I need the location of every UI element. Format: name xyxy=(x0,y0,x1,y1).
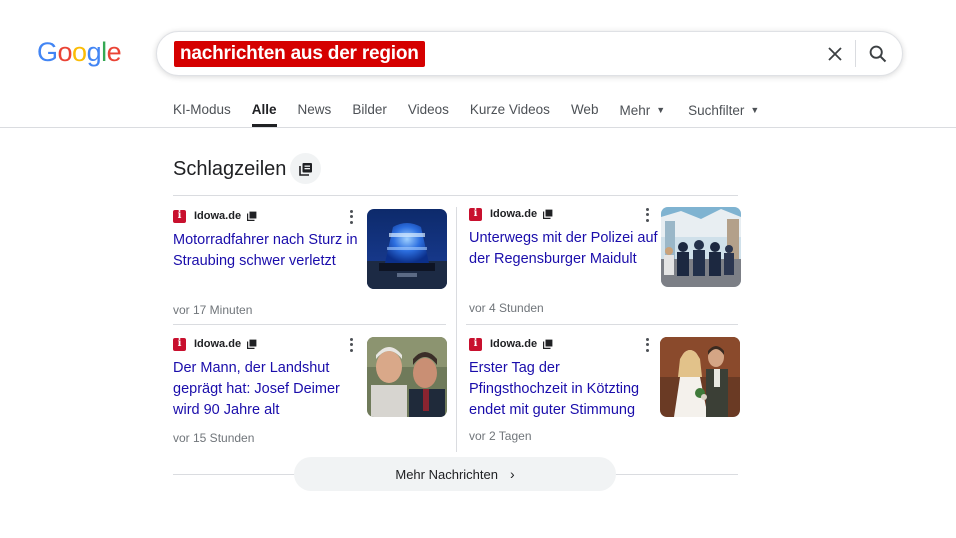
logo-letter: o xyxy=(57,37,73,67)
logo-letter: G xyxy=(37,37,58,67)
search-button[interactable] xyxy=(865,41,891,67)
news-headline-link[interactable]: Unterwegs mit der Polizei auf der Regens… xyxy=(469,228,659,270)
stack-icon xyxy=(543,339,553,349)
more-vert-icon xyxy=(349,338,353,342)
caret-down-icon: ▼ xyxy=(750,105,760,115)
more-news-label: Mehr Nachrichten xyxy=(395,466,498,482)
search-box[interactable]: nachrichten aus der region xyxy=(156,31,903,76)
news-source: i Idowa.de xyxy=(469,337,553,351)
more-options-button[interactable] xyxy=(345,337,357,353)
google-logo[interactable]: Google xyxy=(37,36,122,68)
news-headline-link[interactable]: Erster Tag der Pfingsthochzeit in Kötzti… xyxy=(469,358,659,421)
search-query-text[interactable]: nachrichten aus der region xyxy=(174,41,425,67)
tab-web[interactable]: Web xyxy=(571,101,599,120)
news-time: vor 17 Minuten xyxy=(173,303,253,317)
source-name: Idowa.de xyxy=(490,338,538,350)
section-divider xyxy=(173,195,738,196)
news-source: i Idowa.de xyxy=(173,337,257,351)
more-news-button[interactable]: Mehr Nachrichten › xyxy=(294,457,616,491)
tab-suchfilter[interactable]: Suchfilter ▼ xyxy=(688,101,759,120)
more-vert-icon xyxy=(645,208,649,212)
tab-label: News xyxy=(297,102,332,117)
logo-letter: g xyxy=(86,37,102,67)
tab-ki-modus[interactable]: KI-Modus xyxy=(173,101,231,120)
more-vert-icon xyxy=(645,338,649,342)
chevron-right-icon: › xyxy=(509,466,515,482)
clear-search-button[interactable] xyxy=(823,42,847,66)
idowa-favicon-icon: i xyxy=(469,337,482,351)
stack-button[interactable] xyxy=(290,153,321,184)
more-options-button[interactable] xyxy=(641,337,653,353)
news-thumbnail[interactable] xyxy=(660,337,740,417)
tab-mehr[interactable]: Mehr ▼ xyxy=(619,101,665,120)
news-card[interactable]: i Idowa.de Erster Tag der Pfingsthochzei… xyxy=(469,337,744,449)
more-vert-icon xyxy=(349,210,353,214)
logo-letter: e xyxy=(106,37,122,67)
tab-news[interactable]: News xyxy=(298,101,332,120)
news-headline-link[interactable]: Motorradfahrer nach Sturz in Straubing s… xyxy=(173,230,363,272)
tab-bilder[interactable]: Bilder xyxy=(352,101,387,120)
news-card[interactable]: i Idowa.de Unterwegs mit der Polizei auf… xyxy=(469,207,744,317)
stack-icon xyxy=(543,209,553,219)
logo-letter: o xyxy=(72,37,87,67)
tab-videos[interactable]: Videos xyxy=(408,101,449,120)
tab-alle[interactable]: Alle xyxy=(251,101,277,127)
tab-label: KI-Modus xyxy=(173,102,231,117)
news-source: i Idowa.de xyxy=(469,207,553,221)
source-name: Idowa.de xyxy=(490,208,538,220)
tab-label: Mehr xyxy=(619,103,651,118)
search-icon xyxy=(869,45,887,63)
row-divider xyxy=(466,324,738,325)
news-time: vor 15 Stunden xyxy=(173,431,255,445)
search-tabs: KI-Modus Alle News Bilder Videos Kurze V… xyxy=(173,101,780,127)
tab-label: Kurze Videos xyxy=(469,102,550,117)
idowa-favicon-icon: i xyxy=(173,209,186,223)
tab-kurze-videos[interactable]: Kurze Videos xyxy=(470,101,550,120)
source-name: Idowa.de xyxy=(194,338,242,350)
more-options-button[interactable] xyxy=(345,209,357,225)
news-time: vor 2 Tagen xyxy=(469,429,532,443)
search-divider xyxy=(855,40,856,67)
news-thumbnail[interactable] xyxy=(661,207,741,287)
idowa-favicon-icon: i xyxy=(173,337,186,351)
stack-icon xyxy=(298,162,312,176)
close-icon xyxy=(828,47,842,61)
more-options-button[interactable] xyxy=(641,207,653,223)
tab-label: Web xyxy=(570,102,599,117)
tabs-divider xyxy=(0,127,956,128)
section-title: Schlagzeilen xyxy=(173,158,287,180)
stack-icon xyxy=(247,211,257,221)
news-headline-link[interactable]: Der Mann, der Landshut geprägt hat: Jose… xyxy=(173,358,363,421)
news-card[interactable]: i Idowa.de Der Mann, der Landshut gepräg… xyxy=(173,337,448,449)
column-divider xyxy=(456,207,457,452)
news-source: i Idowa.de xyxy=(173,209,257,223)
source-name: Idowa.de xyxy=(194,210,242,222)
caret-down-icon: ▼ xyxy=(656,105,666,115)
tab-label: Suchfilter xyxy=(688,103,745,118)
tab-label: Videos xyxy=(407,102,449,117)
stack-icon xyxy=(247,339,257,349)
news-thumbnail[interactable] xyxy=(367,337,447,417)
news-thumbnail[interactable] xyxy=(367,209,447,289)
idowa-favicon-icon: i xyxy=(469,207,482,221)
row-divider xyxy=(173,324,446,325)
news-card[interactable]: i Idowa.de Motorradfahrer nach Sturz in … xyxy=(173,209,448,319)
tab-label: Alle xyxy=(251,102,277,117)
tab-label: Bilder xyxy=(352,102,387,117)
news-time: vor 4 Stunden xyxy=(469,301,544,315)
